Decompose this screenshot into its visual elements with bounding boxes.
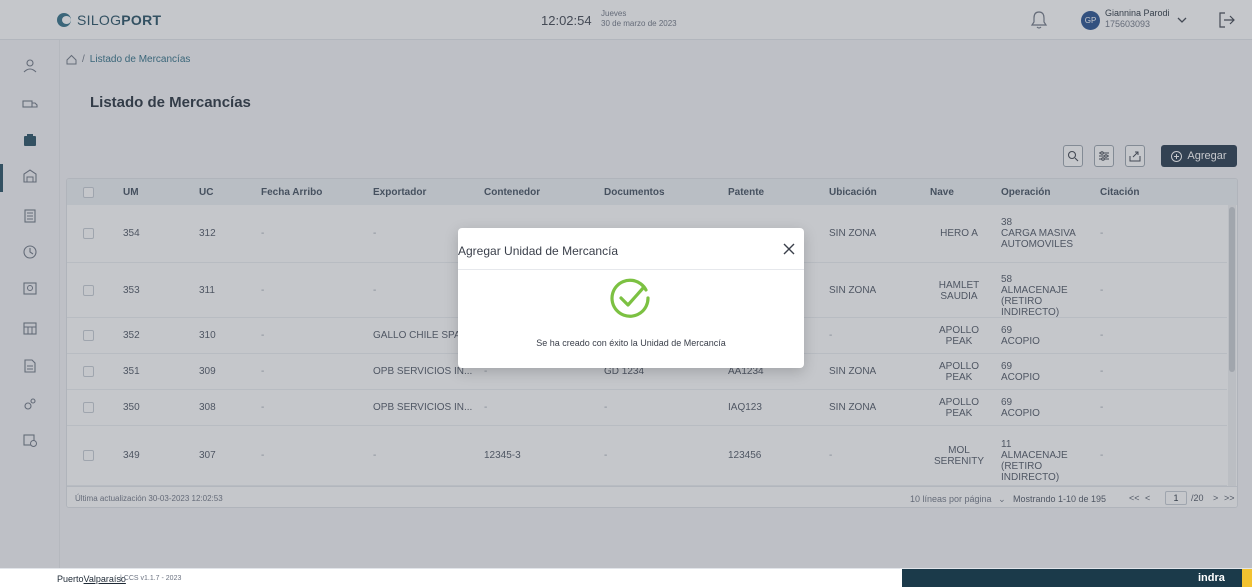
app-footer: PuertoValparaíso | CCS v1.1.7 - 2023 ind…: [0, 568, 1252, 587]
dialog-title-text: Agregar Unidad de Mercancía: [458, 244, 619, 258]
version-label: | CCS v1.1.7 - 2023: [120, 575, 182, 582]
dialog-message: Se ha creado con éxito la Unidad de Merc…: [536, 338, 726, 348]
close-icon[interactable]: [782, 242, 796, 256]
footer-brand-a: Puerto: [57, 574, 84, 584]
partner-bar: [902, 569, 1242, 587]
dialog-header: Agregar Unidad de Mercancía: [458, 228, 804, 270]
success-check-icon: [610, 278, 650, 318]
partner-accent-bar: [1242, 569, 1252, 587]
add-goods-dialog: Agregar Unidad de Mercancía Se ha creado…: [458, 228, 804, 368]
partner-logo: indra: [1198, 572, 1225, 584]
dialog-title: Agregar Unidad de Mercancía: [458, 244, 804, 258]
footer-brand: PuertoValparaíso: [57, 574, 126, 584]
